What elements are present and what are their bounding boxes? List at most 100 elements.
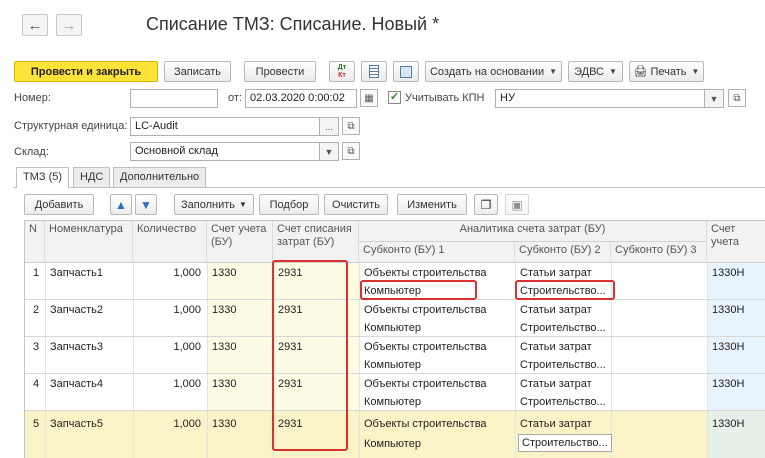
account-cell[interactable]: 1330 [212, 267, 236, 279]
sub1-value-cell[interactable]: Компьютер [364, 396, 421, 408]
table-row-selected[interactable]: 5 Запчасть5 1,000 1330 2931 Объекты стро… [25, 411, 765, 458]
item-cell[interactable]: Запчасть1 [50, 267, 103, 279]
account-cell[interactable]: 1330 [212, 304, 236, 316]
move-down-button[interactable]: ▼ [135, 194, 157, 215]
back-button[interactable]: ← [22, 14, 48, 36]
unit-open-button[interactable]: ⧉ [342, 117, 360, 135]
kpn-field[interactable]: НУ [495, 89, 705, 108]
chevron-down-icon: ▼ [691, 67, 700, 76]
qty-cell[interactable]: 1,000 [133, 341, 201, 353]
item-cell[interactable]: Запчасть5 [50, 418, 103, 430]
number-field[interactable] [130, 89, 218, 108]
header-account[interactable]: Счет учета (БУ) [207, 221, 273, 263]
header-account-nu[interactable]: Счет учета [707, 221, 765, 263]
header-item[interactable]: Номенклатура [45, 221, 133, 263]
sub1-type-cell[interactable]: Объекты строительства [364, 267, 487, 279]
calendar-button[interactable]: ▦ [360, 89, 378, 107]
post-and-close-button[interactable]: Провести и закрыть [14, 61, 158, 82]
sub1-type-cell[interactable]: Объекты строительства [364, 378, 487, 390]
paste-row-button[interactable]: ▣ [505, 194, 529, 215]
account-nu-cell[interactable]: 1330Н [712, 304, 744, 316]
header-n[interactable]: N [25, 221, 45, 263]
sub2-value-cell[interactable]: Строительство... [520, 322, 606, 334]
open-icon: ⧉ [347, 120, 355, 132]
account-nu-cell[interactable]: 1330Н [712, 341, 744, 353]
date-field[interactable]: 02.03.2020 0:00:02 [245, 89, 357, 108]
item-cell[interactable]: Запчасть4 [50, 378, 103, 390]
table-row[interactable]: 2 Запчасть2 1,000 1330 2931 Объекты стро… [25, 300, 765, 337]
account-cell[interactable]: 1330 [212, 341, 236, 353]
fill-button[interactable]: Заполнить ▼ [174, 194, 254, 215]
sub1-value-cell[interactable]: Компьютер [364, 359, 421, 371]
structure-button[interactable] [393, 61, 419, 82]
warehouse-dropdown-button[interactable]: ▼ [319, 142, 339, 161]
sub2-type-cell[interactable]: Статьи затрат [520, 418, 592, 430]
clear-button[interactable]: Очистить [324, 194, 388, 215]
calendar-icon: ▦ [364, 92, 374, 104]
change-button[interactable]: Изменить [397, 194, 467, 215]
account-cell[interactable]: 1330 [212, 418, 236, 430]
create-based-on-button[interactable]: Создать на основании ▼ [425, 61, 562, 82]
item-cell[interactable]: Запчасть3 [50, 341, 103, 353]
tab-tmz[interactable]: ТМЗ (5) [16, 167, 70, 188]
arrow-left-icon: ← [27, 16, 43, 34]
qty-cell[interactable]: 1,000 [133, 267, 201, 279]
chevron-down-icon: ▼ [608, 67, 617, 76]
qty-cell[interactable]: 1,000 [133, 418, 201, 430]
list-icon [369, 65, 379, 78]
sub1-value-cell[interactable]: Компьютер [364, 322, 421, 334]
report-button[interactable] [361, 61, 387, 82]
account-nu-cell[interactable]: 1330Н [712, 267, 744, 279]
header-qty[interactable]: Количество [133, 221, 207, 263]
tab-nds[interactable]: НДС [73, 167, 111, 187]
sub2-type-cell[interactable]: Статьи затрат [520, 267, 592, 279]
print-button[interactable]: 🖨 Печать ▼ [629, 61, 704, 82]
sub2-type-cell[interactable]: Статьи затрат [520, 378, 592, 390]
table-row[interactable]: 3 Запчасть3 1,000 1330 2931 Объекты стро… [25, 337, 765, 374]
kpn-dropdown-button[interactable]: ▼ [704, 89, 724, 108]
copy-row-button[interactable]: ❐ [474, 194, 498, 215]
kpn-open-button[interactable]: ⧉ [728, 89, 746, 107]
forward-button[interactable]: → [56, 14, 82, 36]
sub1-type-cell[interactable]: Объекты строительства [364, 341, 487, 353]
add-row-button[interactable]: Добавить [24, 194, 94, 215]
date-label: от: [228, 92, 242, 104]
header-writeoff[interactable]: Счет списания затрат (БУ) [273, 221, 359, 263]
chevron-down-icon: ▼ [324, 146, 334, 157]
fill-label: Заполнить [181, 198, 236, 211]
sub1-type-cell[interactable]: Объекты строительства [364, 418, 487, 430]
sub1-value-cell[interactable]: Компьютер [364, 438, 421, 450]
header-sub1[interactable]: Субконто (БУ) 1 [359, 242, 515, 263]
printer-icon: 🖨 [633, 66, 648, 78]
sub2-type-cell[interactable]: Статьи затрат [520, 304, 592, 316]
account-nu-cell[interactable]: 1330Н [712, 418, 744, 430]
edvs-button[interactable]: ЭДВС ▼ [568, 61, 623, 82]
select-button[interactable]: Подбор [259, 194, 319, 215]
tab-additional[interactable]: Дополнительно [113, 167, 207, 187]
kpn-label: Учитывать КПН [405, 92, 485, 104]
sub1-type-cell[interactable]: Объекты строительства [364, 304, 487, 316]
header-sub3[interactable]: Субконто (БУ) 3 [611, 242, 707, 263]
move-up-button[interactable]: ▲ [110, 194, 132, 215]
chevron-down-icon: ▼ [549, 67, 558, 76]
account-nu-cell[interactable]: 1330Н [712, 378, 744, 390]
kpn-checkbox[interactable]: ✓ [388, 91, 401, 104]
sub2-value-cell[interactable]: Строительство... [520, 396, 606, 408]
post-button[interactable]: Провести [244, 61, 316, 82]
table-row[interactable]: 4 Запчасть4 1,000 1330 2931 Объекты стро… [25, 374, 765, 411]
qty-cell[interactable]: 1,000 [133, 304, 201, 316]
dt-kt-button[interactable]: Дт Кт [329, 61, 355, 82]
sub2-value-cell[interactable]: Строительство... [520, 359, 606, 371]
account-cell[interactable]: 1330 [212, 378, 236, 390]
header-sub2[interactable]: Субконто (БУ) 2 [515, 242, 611, 263]
sub2-value-cell[interactable]: Строительство... [518, 434, 612, 452]
sub2-type-cell[interactable]: Статьи затрат [520, 341, 592, 353]
tmz-table: N Номенклатура Количество Счет учета (БУ… [24, 220, 765, 458]
item-cell[interactable]: Запчасть2 [50, 304, 103, 316]
unit-select-button[interactable]: ... [319, 117, 339, 136]
warehouse-field[interactable]: Основной склад [130, 142, 320, 161]
save-button[interactable]: Записать [164, 61, 231, 82]
unit-field[interactable]: LC-Audit [130, 117, 320, 136]
warehouse-open-button[interactable]: ⧉ [342, 142, 360, 160]
qty-cell[interactable]: 1,000 [133, 378, 201, 390]
